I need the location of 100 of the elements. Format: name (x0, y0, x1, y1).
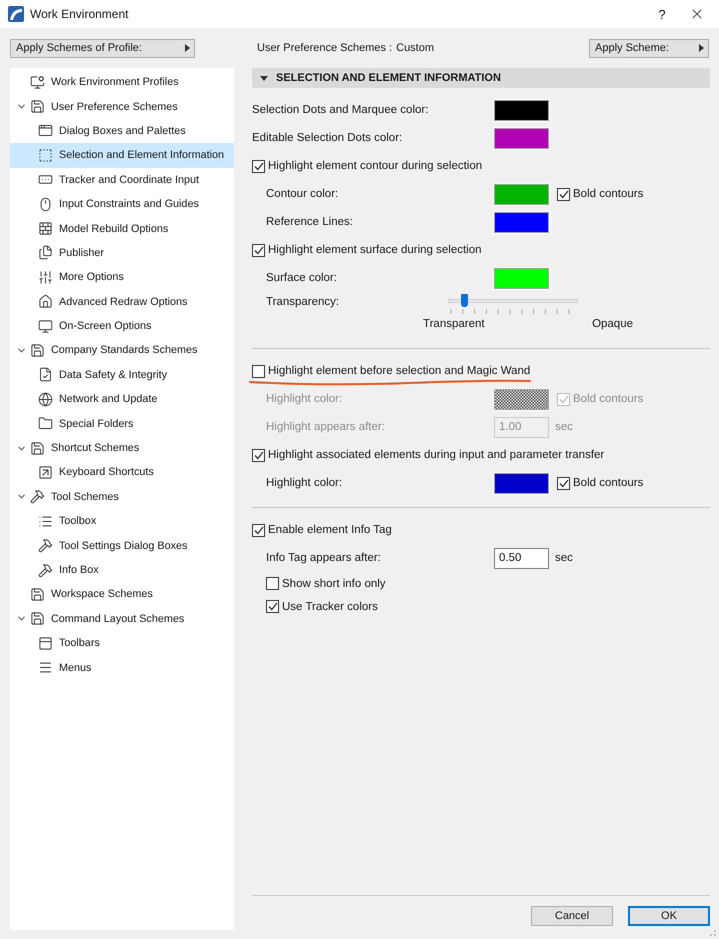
option-label: Bold contours (573, 477, 644, 489)
dialog-button[interactable]: Cancel (531, 906, 613, 926)
option-label: Contour color: (266, 188, 340, 200)
globe-icon (38, 392, 53, 407)
folder-icon (38, 416, 53, 432)
color-swatch[interactable] (494, 472, 549, 494)
dashed-square-icon (38, 148, 53, 163)
tree-item[interactable]: Publisher (10, 240, 234, 266)
checkbox[interactable] (557, 188, 570, 200)
option-label: Selection Dots and Marquee color: (252, 104, 430, 116)
option-label: Highlight associated elements during input and parameter transfer (268, 449, 604, 461)
tree-item[interactable]: Network and Update (10, 387, 234, 412)
option-label: Highlight appears after: (266, 421, 386, 433)
hammer-icon (30, 489, 45, 504)
option-label: Surface color: (266, 272, 338, 284)
tree-item[interactable]: Tool Settings Dialog Boxes (10, 533, 234, 558)
hammer-icon (38, 562, 53, 578)
option-label: Highlight color: (266, 477, 344, 489)
color-swatch[interactable] (494, 212, 549, 232)
file-check-icon (38, 367, 53, 382)
window-title: Work Environment (30, 7, 130, 21)
checkbox[interactable] (252, 448, 265, 462)
unit-label: sec (555, 552, 573, 564)
scale-label: Transparent (423, 318, 485, 330)
option-label: Editable Selection Dots color: (252, 132, 404, 144)
toolbar-icon (38, 636, 53, 651)
option-label: Highlight element contour during selection (268, 160, 482, 172)
tree-item[interactable]: Info Box (10, 558, 234, 582)
mouse-icon (38, 196, 53, 212)
section-header[interactable]: SELECTION AND ELEMENT INFORMATION (252, 68, 710, 88)
option-label: Transparency: (266, 296, 340, 308)
tree-item[interactable]: Workspace Schemes (10, 582, 234, 607)
help-button[interactable]: ? (647, 6, 677, 22)
scheme-label: User Preference Schemes : (257, 42, 392, 54)
tree-item[interactable]: Work Environment Profiles (10, 70, 234, 94)
checkbox[interactable] (266, 600, 279, 613)
dialog-button[interactable]: OK (628, 906, 710, 926)
tree-item[interactable]: Advanced Redraw Options (10, 290, 234, 314)
tree-item[interactable]: More Options (10, 265, 234, 290)
tree-item[interactable]: On-Screen Options (10, 314, 234, 338)
option-label: Info Tag appears after: (266, 552, 382, 564)
apply-scheme-button[interactable]: Apply Scheme: (589, 38, 709, 58)
checkbox[interactable] (252, 160, 265, 172)
checkbox[interactable] (252, 364, 265, 378)
option-label: Bold contours (573, 188, 644, 200)
checkbox[interactable] (252, 244, 265, 256)
tree-item[interactable]: Model Rebuild Options (10, 216, 234, 241)
tree-item[interactable]: Tool Schemes (10, 484, 234, 510)
checkbox[interactable] (252, 524, 265, 536)
caret-icon (699, 44, 704, 52)
app-logo-icon (8, 6, 24, 22)
resize-grip-icon[interactable] (709, 929, 717, 937)
monitor-icon (38, 318, 53, 334)
tree-item[interactable]: Keyboard Shortcuts (10, 460, 234, 485)
option-label: Highlight color: (266, 393, 344, 405)
tree-item[interactable]: Special Folders (10, 411, 234, 436)
pattern-swatch[interactable] (494, 388, 549, 410)
house-icon (38, 294, 53, 310)
tree-item[interactable]: Menus (10, 655, 234, 680)
checkbox[interactable] (266, 577, 279, 590)
monitor-gear-icon (30, 74, 45, 90)
color-swatch[interactable] (494, 184, 549, 204)
option-label: Bold contours (573, 393, 644, 405)
scale-label: Opaque (592, 318, 633, 330)
tree-item[interactable]: Selection and Element Information (10, 143, 234, 168)
unit-label: sec (555, 421, 573, 433)
tree-item[interactable]: Tracker and Coordinate Input (10, 168, 234, 192)
tree-item[interactable]: Shortcut Schemes (10, 436, 234, 460)
tree-item[interactable]: User Preference Schemes (10, 94, 234, 119)
checkbox[interactable] (557, 476, 570, 490)
option-label: Use Tracker colors (282, 600, 378, 612)
color-swatch[interactable] (494, 128, 549, 148)
slider-thumb[interactable] (460, 294, 468, 307)
tree-item[interactable]: Toolbars (10, 630, 234, 656)
brick-wall-icon (38, 221, 53, 236)
window-icon (38, 123, 53, 138)
documents-icon (38, 245, 53, 260)
tree-item[interactable]: Command Layout Schemes (10, 606, 234, 631)
color-swatch[interactable] (494, 268, 549, 288)
caret-icon (185, 44, 190, 52)
scheme-value: Custom (396, 42, 436, 54)
collapse-triangle-icon[interactable] (260, 76, 268, 80)
option-label: Show short info only (282, 578, 386, 590)
color-swatch[interactable] (494, 100, 549, 120)
tree-item[interactable]: Input Constraints and Guides (10, 192, 234, 216)
tree-item[interactable]: Toolbox (10, 509, 234, 534)
number-field[interactable]: 0.50 (494, 548, 549, 568)
tree-item[interactable]: Company Standards Schemes (10, 338, 234, 363)
slider-track[interactable] (448, 294, 578, 308)
menu-icon (38, 660, 53, 676)
option-label: Reference Lines: (266, 216, 354, 228)
arrow-square-icon (38, 464, 53, 480)
tree-item[interactable]: Dialog Boxes and Palettes (10, 118, 234, 144)
checkbox[interactable] (557, 392, 570, 406)
option-label: Highlight element before selection and Magic Wand (268, 365, 530, 377)
hammer-icon (38, 538, 53, 554)
tree-item[interactable]: Data Safety & Integrity (10, 362, 234, 388)
option-label: Enable element Info Tag (268, 524, 392, 536)
profile-dropdown-button[interactable]: Apply Schemes of Profile: (10, 38, 195, 58)
option-label: Highlight element surface during selection (268, 244, 482, 256)
